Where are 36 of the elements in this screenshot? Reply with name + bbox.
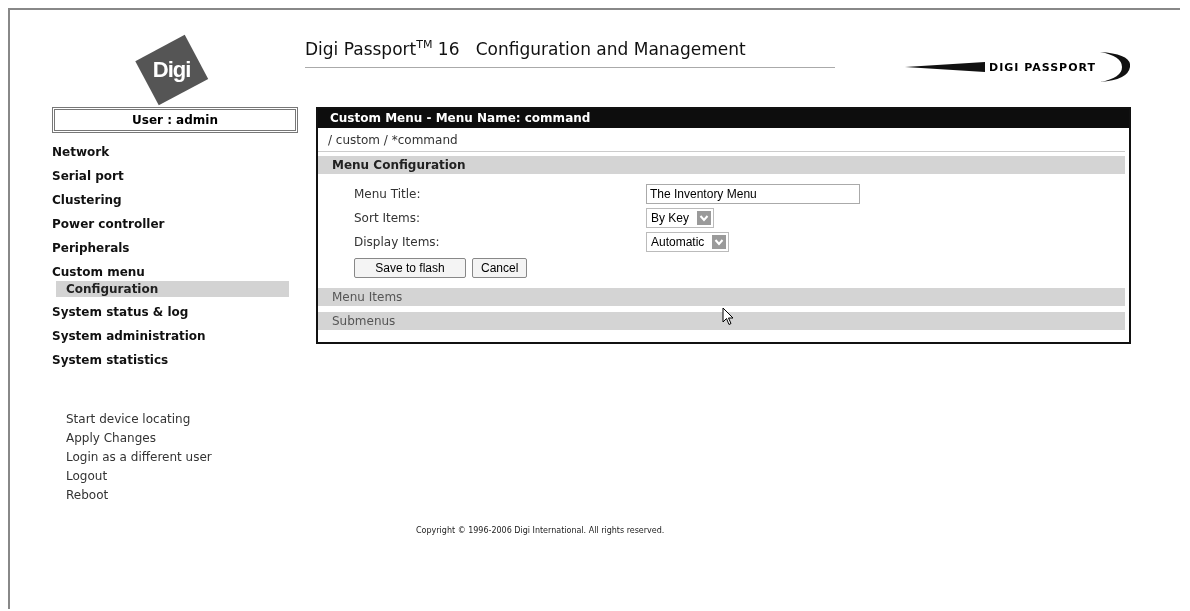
field-label: Menu Title:: [354, 187, 422, 201]
action-link[interactable]: Start device locating: [66, 410, 298, 429]
form-button[interactable]: Save to flash: [354, 258, 466, 278]
dropdown[interactable]: By Key: [646, 208, 714, 228]
section-header[interactable]: Submenus: [318, 312, 1125, 330]
menu-title-field[interactable]: The Inventory Menu: [646, 184, 860, 204]
nav-link[interactable]: Custom menu: [52, 264, 298, 281]
nav-link[interactable]: System administration: [52, 328, 298, 345]
action-link[interactable]: Reboot: [66, 486, 298, 505]
action-link[interactable]: Login as a different user: [66, 448, 298, 467]
mouse-pointer-icon: [722, 307, 734, 326]
nav-link[interactable]: System status & log: [52, 304, 298, 321]
caret-icon: [712, 235, 727, 249]
action-link[interactable]: Apply Changes: [66, 429, 298, 448]
passport-logo: DIGI PASSPORT: [905, 50, 1130, 84]
field-label: Display Items:: [354, 235, 441, 249]
nav-link[interactable]: Serial port: [52, 168, 298, 185]
nav-link[interactable]: Power controller: [52, 216, 298, 233]
section-header[interactable]: Menu Items: [318, 288, 1125, 306]
action-link[interactable]: Logout: [66, 467, 298, 486]
breadcrumb: / custom / *command: [318, 128, 1125, 152]
form-button[interactable]: Cancel: [472, 258, 528, 278]
dropdown[interactable]: Automatic: [646, 232, 730, 252]
digi-logo: Digi: [134, 34, 208, 106]
nav-link[interactable]: Peripherals: [52, 240, 298, 257]
nav-link[interactable]: Clustering: [52, 192, 298, 209]
section-header[interactable]: Menu Configuration: [318, 156, 1125, 174]
panel-title: Custom Menu - Menu Name: command: [318, 109, 1129, 128]
page-title: Digi Passport$^{TM}$ 16 Configuration and Management: [305, 38, 835, 68]
nav-sublink[interactable]: Configuration: [56, 281, 289, 297]
field-label: Sort Items:: [354, 211, 422, 225]
caret-icon: [697, 211, 711, 225]
nav-link[interactable]: Network: [52, 144, 298, 161]
copyright-text: Copyright © 1996-2006 Digi International. All rights reserved.: [416, 526, 666, 535]
user-box: User : admin: [52, 107, 298, 133]
nav-link[interactable]: System statistics: [52, 352, 298, 369]
